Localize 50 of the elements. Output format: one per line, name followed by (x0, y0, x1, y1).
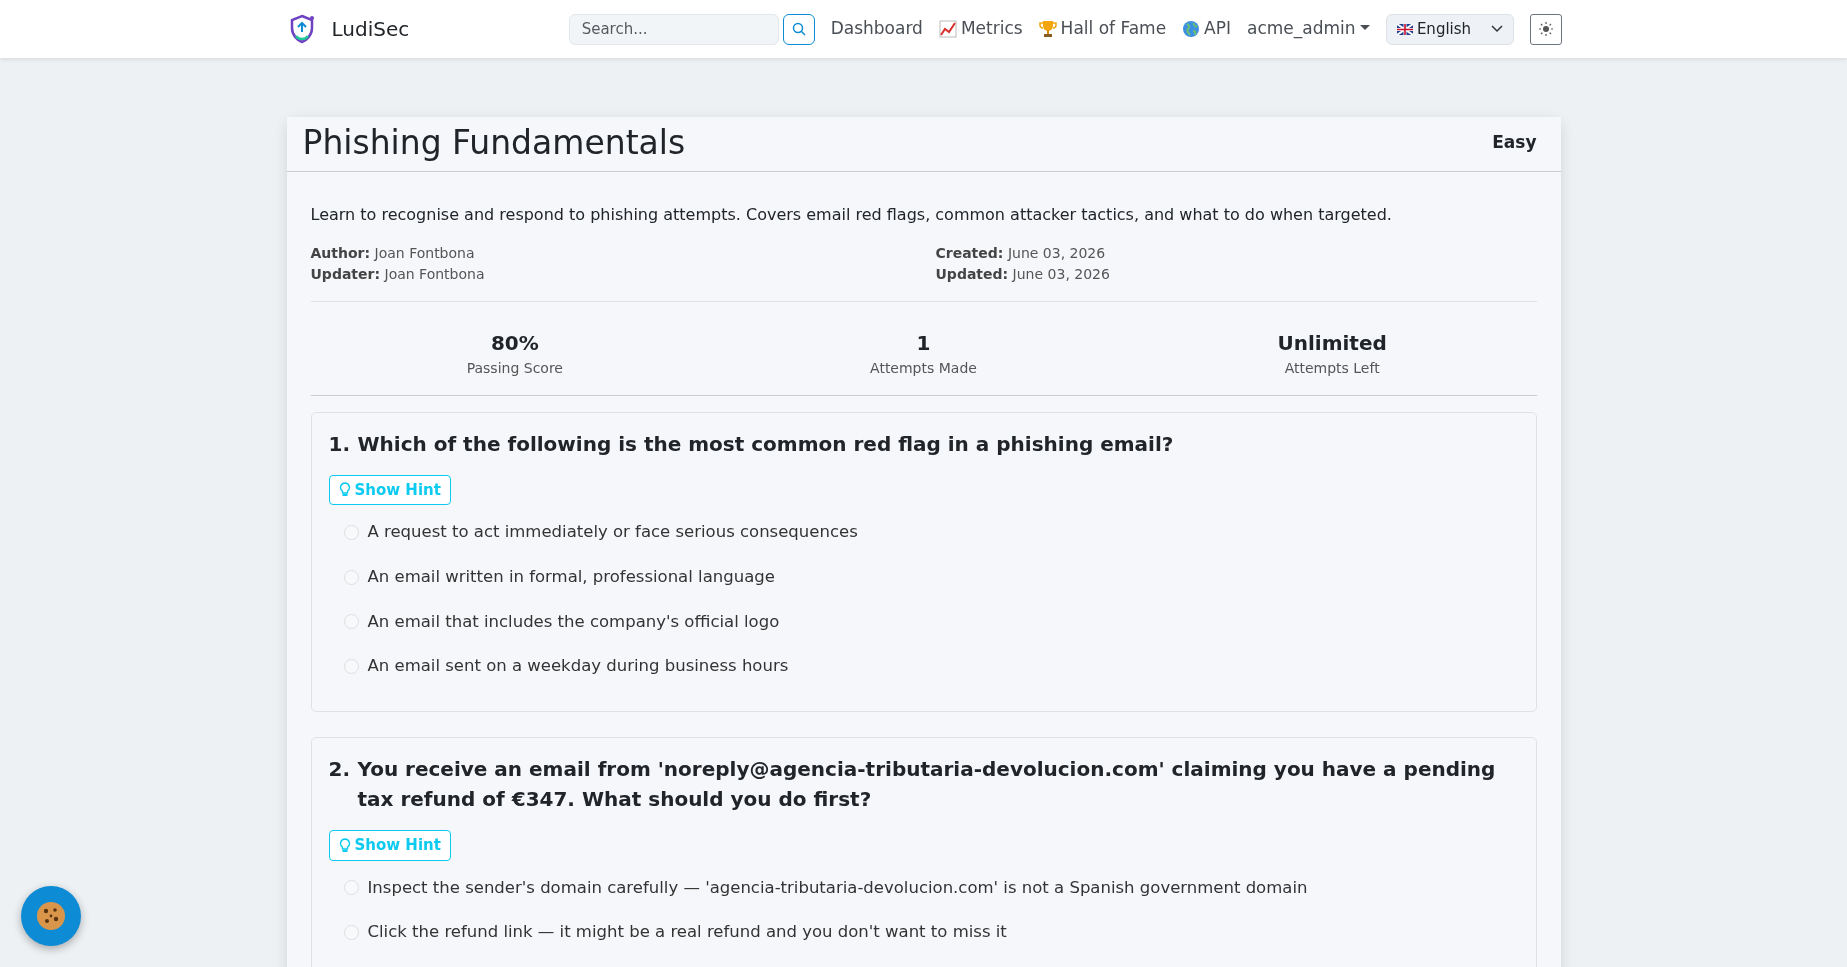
meta-text: Updater: Joan Fontbona (310, 264, 486, 284)
answer-option[interactable]: An email sent on a weekday during business hours (328, 644, 1519, 690)
radio-button[interactable] (343, 569, 359, 585)
nav-link[interactable]: Hall of Fame (1060, 16, 1167, 42)
nav-link[interactable]: API (1204, 16, 1231, 42)
globe-icon (1182, 20, 1201, 38)
sun-icon (1539, 22, 1554, 36)
stat-label: Attempts Left (1283, 358, 1381, 378)
stat-label: Passing Score (465, 358, 564, 378)
question-number: 2. (328, 756, 351, 784)
radio-button[interactable] (343, 614, 359, 630)
quiz-description: Learn to recognise and respond to phishing attempts. Covers email red flags, common attacker tactics, and what to do when targeted. (310, 203, 1393, 226)
question-text: You receive an email from 'noreply@agencia-tributaria-devolucion.com' claiming you have a pending tax refund of €347. What should you do first? (357, 756, 1497, 814)
chart-icon (938, 20, 957, 38)
answer-option[interactable]: Inspect the sender's domain carefully — 'agencia-tributaria-devolucion.com' is not a Spanish government domain (328, 868, 1519, 911)
lightbulb-icon (338, 837, 351, 853)
search-field[interactable]: Search... (568, 13, 779, 45)
difficulty-label: Easy (1492, 131, 1537, 155)
question-number: 1. (328, 430, 351, 458)
trophy-icon (1038, 20, 1057, 38)
brand-link[interactable]: LudiSec (331, 14, 410, 44)
lightbulb-icon (338, 482, 351, 498)
radio-button[interactable] (343, 659, 359, 675)
nav-link[interactable]: Metrics (960, 16, 1023, 42)
nav-link[interactable]: Dashboard (830, 16, 923, 42)
meta-text: Updated: June 03, 2026 (935, 264, 1111, 284)
cookie-button[interactable] (21, 886, 81, 946)
flag-icon (1396, 23, 1413, 35)
radio-button[interactable] (343, 880, 359, 896)
stat-value: Unlimited (1276, 329, 1388, 357)
stat-label: Attempts Made (869, 358, 978, 378)
theme-toggle-button[interactable] (1530, 13, 1563, 45)
user-menu[interactable]: acme_admin (1247, 16, 1370, 42)
meta-text: Created: June 03, 2026 (935, 243, 1107, 263)
radio-button[interactable] (343, 925, 359, 941)
language-select[interactable]: English (1385, 13, 1515, 45)
search-button[interactable] (782, 13, 815, 45)
answer-option[interactable]: Click the refund link — it might be a real refund and you don't want to miss it (328, 910, 1519, 956)
stat-value: 80% (489, 329, 540, 357)
meta-text: Author: Joan Fontbona (310, 243, 476, 263)
answer-option[interactable]: A request to act immediately or face serious consequences (328, 513, 1519, 555)
stat-value: 1 (915, 329, 932, 357)
cookie-icon (35, 900, 67, 932)
quiz-title: Phishing Fundamentals (302, 123, 686, 163)
search-icon (791, 22, 806, 36)
radio-button[interactable] (343, 524, 359, 540)
answer-option[interactable]: An email written in formal, professional language (328, 554, 1519, 600)
chevron-icon (1491, 25, 1504, 33)
question-text: Which of the following is the most common red flag in a phishing email? (357, 430, 1174, 458)
answer-option[interactable]: An email that includes the company's official logo (328, 599, 1519, 645)
